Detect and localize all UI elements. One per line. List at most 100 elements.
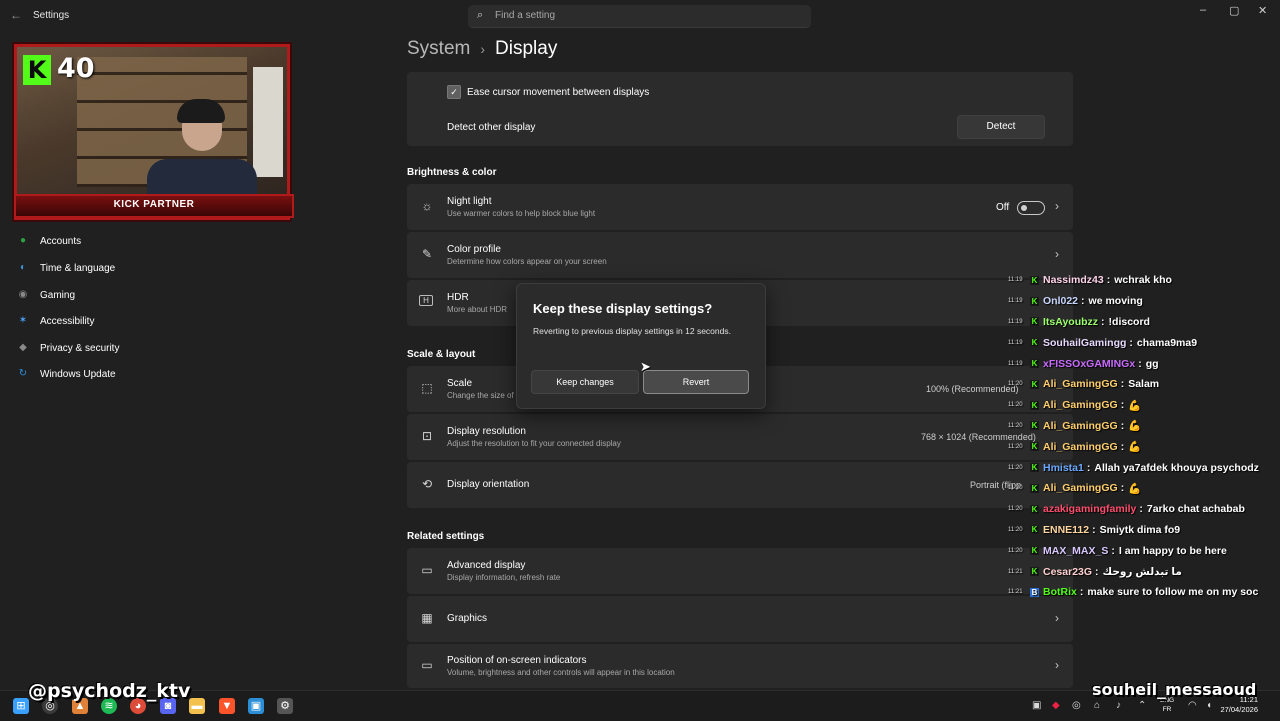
sidebar-item-accounts[interactable]: ● Accounts (16, 231, 81, 251)
chat-time: 11:20 (1008, 464, 1023, 471)
chat-time: 11:21 (1008, 568, 1023, 575)
kick-badge-icon: K (1030, 442, 1039, 452)
section-header-scale-layout: Scale & layout (407, 349, 476, 360)
chat-message: 11:20 K Ali_GamingGG: 💪 (1008, 419, 1142, 433)
photos-icon[interactable]: ▣ (248, 698, 264, 714)
revert-button[interactable]: Revert (643, 370, 749, 394)
chevron-right-icon[interactable]: › (1055, 658, 1059, 672)
bot-badge-icon: B (1030, 587, 1039, 597)
window-title: Settings (33, 10, 70, 21)
kick-badge-icon: K (1030, 338, 1039, 348)
chat-user: Hmista1 (1043, 461, 1084, 474)
chat-message: 11:19 K Onl022: we moving (1008, 295, 1143, 308)
sidebar-item-time-language[interactable]: ◐ Time & language (16, 258, 115, 278)
resolution-row[interactable]: ⊡ Display resolution Adjust the resoluti… (407, 414, 1073, 460)
sidebar-item-windows-update[interactable]: ↻ Windows Update (16, 364, 116, 384)
advanced-display-row[interactable]: ▭ Advanced display Display information, … (407, 548, 1073, 594)
chat-message: 11:21 B BotRix: make sure to follow me on m… (1008, 586, 1259, 599)
color-profile-title: Color profile (447, 244, 501, 255)
chat-text: I am happy to be here (1118, 544, 1227, 557)
taskbar: ⊞ ◎ ▲ ≋ ◕ ◙ ▬ ▼ ▣ ⚙ ▣ ◆ ◎ ⌂ ♪ ⌃ ENG FR ◠… (0, 690, 1280, 721)
sun-icon: ☼ (421, 199, 433, 213)
graphics-row[interactable]: ▦ Graphics › (407, 596, 1073, 642)
color-profile-subtitle: Determine how colors appear on your scre… (447, 257, 607, 266)
folder-icon[interactable]: ▬ (189, 698, 205, 714)
tray-shield-icon[interactable]: ◆ (1052, 700, 1060, 711)
wifi-icon[interactable]: ◠ (1188, 700, 1197, 711)
graphics-icon: ▦ (421, 611, 433, 625)
chevron-right-icon[interactable]: › (1055, 611, 1059, 625)
gamepad-icon: ◉ (18, 289, 28, 300)
kick-badge-icon: K (1030, 504, 1039, 514)
resolution-icon: ⊡ (421, 429, 433, 443)
monitor-icon: ▭ (421, 563, 433, 577)
sidebar-item-accessibility[interactable]: ✶ Accessibility (16, 311, 95, 331)
advanced-display-title: Advanced display (447, 560, 526, 571)
kick-badge-icon: K (1030, 546, 1039, 556)
maximize-button[interactable]: ▢ (1229, 4, 1239, 17)
chat-text: make sure to follow me on my soc (1087, 586, 1259, 599)
detect-button[interactable]: Detect (957, 115, 1045, 139)
chat-message: 11:19 K SouhailGamingg: chama9ma9 (1008, 336, 1198, 349)
chat-time: 11:19 (1008, 318, 1023, 325)
search-input[interactable]: ⌕ Find a setting (468, 5, 811, 28)
settings-icon[interactable]: ⚙ (277, 698, 293, 714)
ease-cursor-option[interactable]: ✓ Ease cursor movement between displays (447, 85, 649, 99)
chat-text: Smiytk dima fo9 (1099, 523, 1181, 536)
region-code: FR (1162, 706, 1172, 713)
tray-network-icon[interactable]: ⌂ (1094, 700, 1100, 711)
scale-dropdown[interactable]: 100% (Recommended) (926, 384, 1019, 394)
chat-message: 11:20 K Ali_GamingGG: 💪 (1008, 482, 1142, 495)
back-arrow-icon[interactable]: ← (10, 8, 22, 22)
chat-message: 11:20 K Ali_GamingGG: 💪 (1008, 399, 1142, 412)
keep-changes-button[interactable]: Keep changes (531, 370, 639, 394)
night-light-toggle[interactable] (1017, 201, 1045, 215)
ease-cursor-label: Ease cursor movement between displays (467, 86, 650, 98)
title-bar: ← Settings ⌕ Find a setting – ▢ ✕ (0, 0, 1280, 32)
chat-time: 11:20 (1008, 506, 1023, 513)
kick-badge-icon: K (1030, 275, 1039, 285)
kick-badge-icon: K (1030, 400, 1039, 410)
color-profile-row[interactable]: ✎ Color profile Determine how colors app… (407, 232, 1073, 278)
night-light-state: Off (996, 202, 1010, 213)
kick-logo-icon: K (23, 55, 51, 85)
orientation-row[interactable]: ⟲ Display orientation Portrait (flipp (407, 462, 1073, 508)
advanced-display-subtitle: Display information, refresh rate (447, 573, 561, 582)
chat-message: 11:19 K ItsAyoubzz: !discord (1008, 315, 1150, 328)
pen-icon: ✎ (421, 247, 433, 261)
tray-steam-icon[interactable]: ◎ (1072, 700, 1081, 711)
chevron-right-icon[interactable]: › (1055, 247, 1059, 261)
search-icon: ⌕ (477, 9, 484, 21)
close-button[interactable]: ✕ (1258, 4, 1267, 17)
chat-time: 11:20 (1008, 402, 1023, 409)
volume-icon[interactable]: ◖ (1206, 700, 1212, 711)
chat-time: 11:20 (1008, 547, 1023, 554)
accounts-icon: ● (19, 235, 27, 246)
sidebar-item-gaming[interactable]: ◉ Gaming (16, 285, 75, 305)
windows-start-icon[interactable]: ⊞ (13, 698, 29, 714)
chat-user: Onl022 (1043, 295, 1079, 308)
chat-text: Allah ya7afdek khouya psychodz (1094, 461, 1259, 474)
flexed-biceps-emote: 💪 (1128, 399, 1142, 412)
sidebar-item-label: Windows Update (40, 368, 116, 380)
ease-cursor-checkbox[interactable]: ✓ (447, 85, 461, 99)
chat-user: MAX_MAX_S (1043, 544, 1109, 557)
chat-text: chama9ma9 (1136, 336, 1198, 349)
minimize-button[interactable]: – (1200, 4, 1206, 16)
tray-mic-icon[interactable]: ♪ (1116, 700, 1121, 711)
chat-message: 11:20 Kazakigamingfamily:7arko chat achab… (1008, 503, 1245, 516)
tray-app-icon[interactable]: ▣ (1032, 700, 1041, 711)
chat-time: 11:19 (1008, 339, 1023, 346)
tray-chevron-icon[interactable]: ⌃ (1138, 700, 1146, 711)
osd-position-row[interactable]: ▭ Position of on-screen indicators Volum… (407, 644, 1073, 688)
streamer-hair-image (177, 99, 225, 123)
chat-text: 7arko chat achabab (1146, 503, 1245, 516)
brave-icon[interactable]: ▼ (219, 698, 235, 714)
night-light-row[interactable]: ☼ Night light Use warmer colors to help … (407, 184, 1073, 230)
hdr-subtitle[interactable]: More about HDR (447, 305, 507, 314)
sidebar-item-privacy-security[interactable]: ◆ Privacy & security (16, 338, 119, 358)
osd-title: Position of on-screen indicators (447, 655, 587, 666)
chevron-right-icon[interactable]: › (1055, 199, 1059, 213)
osd-subtitle: Volume, brightness and other controls wi… (447, 668, 675, 677)
breadcrumb-parent[interactable]: System (407, 38, 470, 60)
